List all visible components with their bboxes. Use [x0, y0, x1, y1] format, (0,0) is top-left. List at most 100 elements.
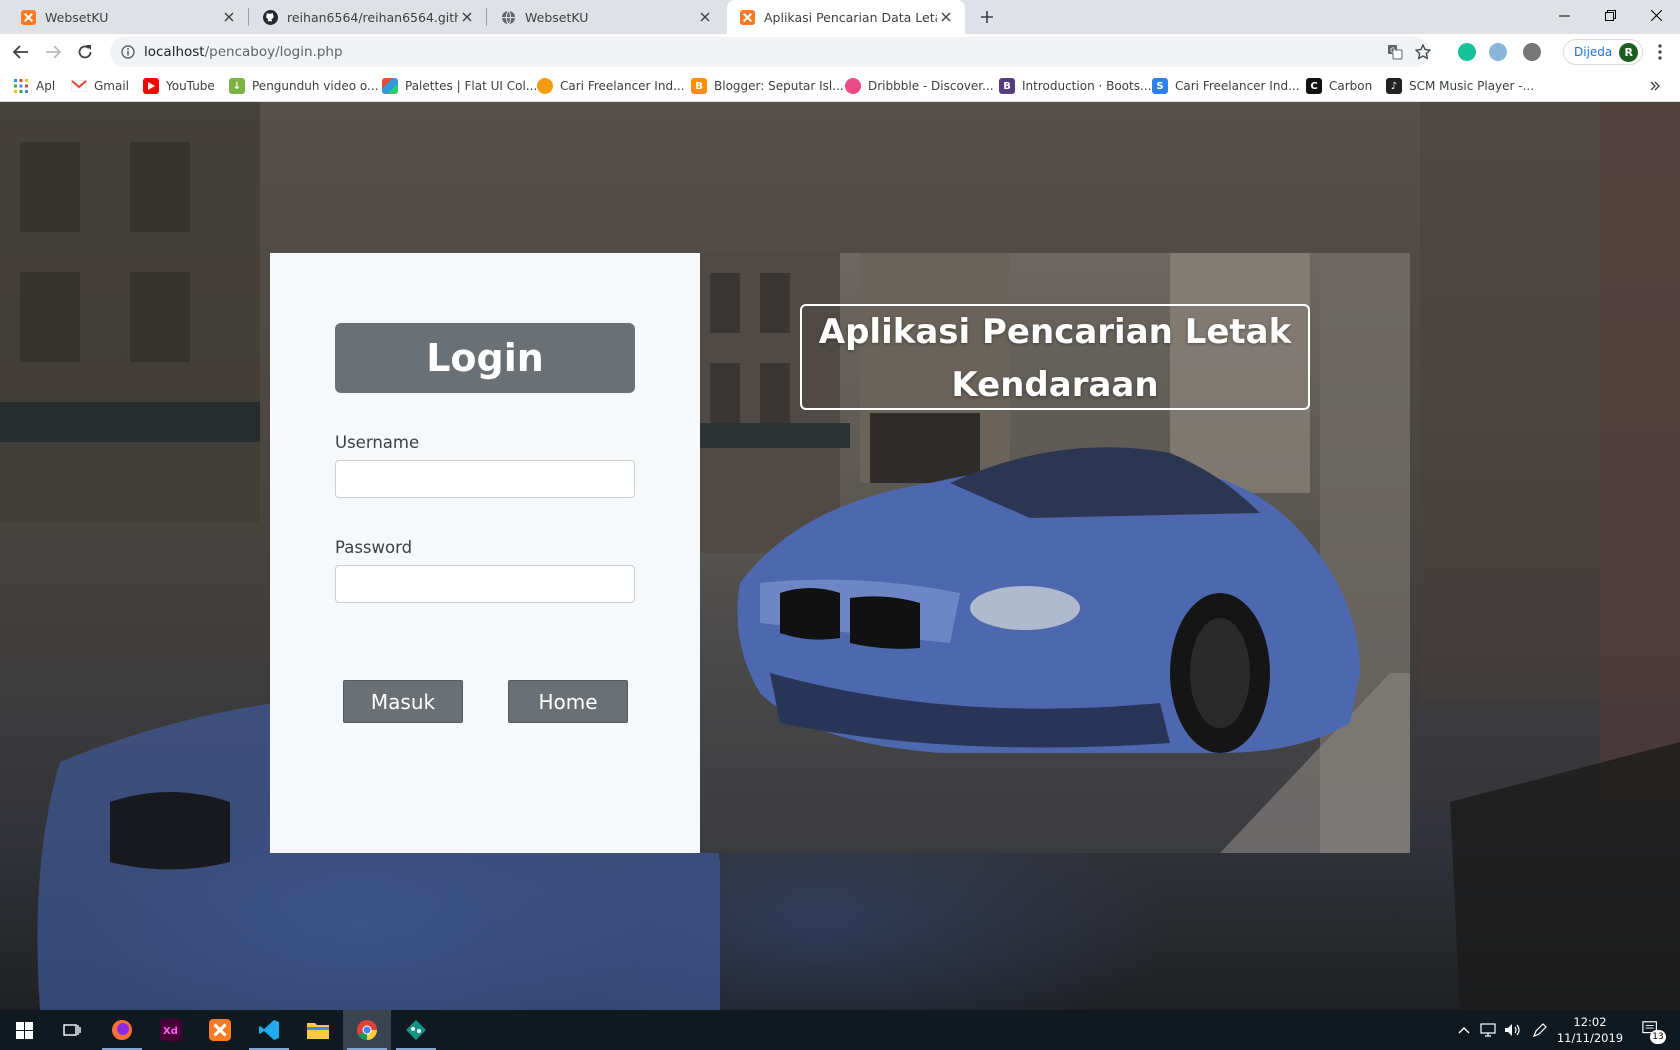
bookmark-freelancer[interactable]: Cari Freelancer Ind... — [537, 77, 685, 95]
home-button[interactable]: Home — [508, 680, 628, 723]
tab-title: WebsetKU — [45, 9, 109, 25]
bookmark-carbon[interactable]: C Carbon — [1306, 77, 1372, 95]
clock-time: 12:02 — [1573, 1015, 1607, 1029]
bookmark-sribulancer[interactable]: S Cari Freelancer Ind... — [1152, 77, 1300, 95]
tab-title: Aplikasi Pencarian Data Letak Ke — [764, 9, 937, 25]
browser-toolbar: localhost/pencaboy/login.php G Dijeda R — [0, 34, 1680, 70]
restore-button[interactable] — [1587, 0, 1633, 30]
system-clock[interactable]: 12:02 11/11/2019 — [1552, 1014, 1628, 1046]
more-bookmarks-icon[interactable] — [1650, 77, 1660, 95]
url-host: localhost — [144, 44, 205, 60]
xampp-icon[interactable] — [196, 1010, 244, 1050]
downloader-icon: ↓ — [229, 78, 245, 94]
masuk-button[interactable]: Masuk — [343, 680, 463, 723]
bookmark-blogger[interactable]: B Blogger: Seputar Isl... — [691, 77, 844, 95]
close-icon[interactable] — [696, 8, 714, 26]
close-window-button[interactable] — [1633, 0, 1679, 30]
back-icon[interactable] — [11, 42, 31, 62]
globe-icon — [500, 9, 516, 25]
palette-icon — [382, 78, 398, 94]
bookmark-apps[interactable]: Apl — [13, 77, 55, 95]
github-icon — [262, 9, 278, 25]
extension-icon[interactable] — [1523, 43, 1541, 61]
tab-websetku-1[interactable]: WebsetKU — [8, 0, 248, 34]
bookmark-label: YouTube — [166, 79, 215, 93]
windows-taskbar: Xd 12:02 11/11/2019 13 — [0, 1010, 1680, 1050]
username-input[interactable] — [335, 460, 635, 498]
url-path: /pencaboy/login.php — [204, 44, 343, 60]
bookmark-label: Cari Freelancer Ind... — [560, 79, 685, 93]
task-view-icon[interactable] — [48, 1010, 96, 1050]
translate-icon[interactable]: G — [1386, 43, 1404, 61]
bookmark-label: SCM Music Player -... — [1409, 79, 1535, 93]
grammarly-icon[interactable] — [1458, 43, 1476, 61]
carbon-icon: C — [1306, 78, 1322, 94]
file-explorer-icon[interactable] — [294, 1010, 342, 1050]
windows-start-icon[interactable] — [0, 1010, 48, 1050]
close-icon[interactable] — [458, 8, 476, 26]
music-icon: ♪ — [1386, 78, 1402, 94]
close-icon[interactable] — [937, 8, 955, 26]
tab-websetku-2[interactable]: WebsetKU — [488, 0, 724, 34]
tab-strip: WebsetKU reihan6564/reihan6564.github.io… — [0, 0, 1680, 34]
bookmark-label: Cari Freelancer Ind... — [1175, 79, 1300, 93]
username-label: Username — [335, 433, 420, 452]
password-input[interactable] — [335, 565, 635, 603]
avatar: R — [1619, 42, 1639, 62]
bookmark-label: Apl — [36, 79, 56, 93]
bookmark-downloader[interactable]: ↓ Pengunduh video o... — [229, 77, 378, 95]
blogger-icon: B — [691, 78, 707, 94]
menu-icon[interactable] — [1650, 42, 1670, 62]
sribulancer-icon: S — [1152, 78, 1168, 94]
new-tab-button[interactable] — [977, 7, 997, 27]
chrome-icon[interactable] — [343, 1010, 391, 1050]
tab-aplikasi-active[interactable]: Aplikasi Pencarian Data Letak Ke — [727, 0, 965, 34]
xampp-icon — [20, 9, 36, 25]
bookmark-scm-music[interactable]: ♪ SCM Music Player -... — [1386, 77, 1534, 95]
adobe-xd-icon[interactable]: Xd — [147, 1010, 195, 1050]
tab-github[interactable]: reihan6564/reihan6564.github.io — [250, 0, 486, 34]
bookmark-palettes[interactable]: Palettes | Flat UI Col... — [382, 77, 537, 95]
volume-icon[interactable] — [1503, 1021, 1521, 1039]
xampp-icon — [739, 9, 755, 25]
bookmark-label: Palettes | Flat UI Col... — [405, 79, 538, 93]
network-icon[interactable] — [1479, 1021, 1497, 1039]
youtube-icon — [143, 78, 159, 94]
tab-divider — [486, 8, 487, 26]
reload-icon[interactable] — [75, 42, 95, 62]
hero-panel: Aplikasi Pencarian Letak Kendaraan — [700, 253, 1410, 853]
tab-title: WebsetKU — [525, 9, 589, 25]
extension-icon[interactable] — [1489, 43, 1507, 61]
bookmark-star-icon[interactable] — [1414, 43, 1432, 61]
close-icon[interactable] — [220, 8, 238, 26]
bookmark-dribbble[interactable]: Dribbble - Discover... — [845, 77, 994, 95]
bookmark-bootstrap[interactable]: B Introduction · Boots... — [999, 77, 1151, 95]
tab-title: reihan6564/reihan6564.github.io — [287, 9, 458, 25]
notification-badge: 13 — [1650, 1030, 1666, 1044]
bookmarks-bar: Apl Gmail YouTube ↓ Pengunduh video o... … — [0, 70, 1680, 102]
page-background: Login Username Password Masuk Home Aplik… — [0, 102, 1680, 1010]
freelancer-icon — [537, 78, 553, 94]
firefox-icon[interactable] — [98, 1010, 146, 1050]
chevron-up-icon[interactable] — [1455, 1021, 1473, 1039]
svg-text:Xd: Xd — [163, 1026, 178, 1037]
url-text[interactable]: localhost/pencaboy/login.php — [144, 44, 343, 60]
svg-text:G: G — [1390, 47, 1395, 55]
forward-icon[interactable] — [43, 42, 63, 62]
profile-paused-button[interactable]: Dijeda R — [1563, 39, 1644, 65]
vscode-icon[interactable] — [245, 1010, 293, 1050]
git-kraken-icon[interactable] — [392, 1010, 440, 1050]
info-icon[interactable] — [120, 44, 136, 60]
bookmark-label: Introduction · Boots... — [1022, 79, 1152, 93]
address-bar[interactable]: localhost/pencaboy/login.php G — [110, 37, 1432, 67]
bookmark-youtube[interactable]: YouTube — [143, 77, 215, 95]
dribbble-icon — [845, 78, 861, 94]
bookmark-label: Gmail — [94, 79, 130, 93]
bootstrap-icon: B — [999, 78, 1015, 94]
bookmark-label: Blogger: Seputar Isl... — [714, 79, 844, 93]
pen-icon[interactable] — [1531, 1021, 1549, 1039]
minimize-button[interactable] — [1541, 0, 1587, 30]
bookmark-label: Carbon — [1329, 79, 1373, 93]
bookmark-gmail[interactable]: Gmail — [71, 77, 129, 95]
apps-grid-icon — [13, 78, 29, 94]
